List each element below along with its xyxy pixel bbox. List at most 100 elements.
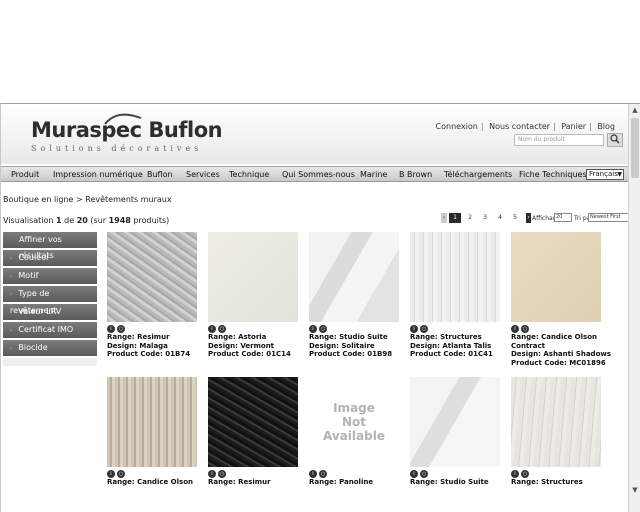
nav-impression-numerique[interactable]: Impression numérique xyxy=(53,170,143,179)
product-code: Product Code: 01B74 xyxy=(107,350,191,359)
info-icon[interactable]: i xyxy=(410,470,418,478)
nav-qui-sommes-nous[interactable]: Qui Sommes-nous xyxy=(282,170,355,179)
nav-produit[interactable]: Produit xyxy=(11,170,39,179)
product-card[interactable]: i ○ Range: Studio Suite Design: Solitaire… xyxy=(309,232,401,359)
product-image[interactable] xyxy=(107,377,197,467)
nav-b-brown[interactable]: B Brown xyxy=(399,170,432,179)
product-range: Range: Resimur xyxy=(208,478,271,486)
nav-services[interactable]: Services xyxy=(186,170,220,179)
sample-icon[interactable]: ○ xyxy=(521,325,529,333)
prev-page-button[interactable]: ‹ xyxy=(441,213,447,223)
product-card[interactable]: i ○ Range: Resimur Design: Malaga Product… xyxy=(107,232,199,359)
product-card[interactable]: i ○ Range: Structures Design: Atlanta Tal… xyxy=(410,232,502,359)
product-image[interactable] xyxy=(410,377,500,467)
chevron-right-icon: › xyxy=(10,273,13,280)
product-image[interactable] xyxy=(208,377,298,467)
product-design: Design: Malaga xyxy=(107,341,168,350)
browser-viewport: Muraspec Buflon Solutions décoratives Co… xyxy=(0,103,640,512)
product-card[interactable]: i ○ Range: Structures xyxy=(511,377,603,487)
sample-icon[interactable]: ○ xyxy=(521,470,529,478)
sort-select[interactable]: Newest First xyxy=(588,213,629,222)
filter-certificat-imo[interactable]: › Certificat IMO xyxy=(3,322,97,338)
nav-fiche-techniques[interactable]: Fiche Techniques xyxy=(519,170,587,179)
product-card[interactable]: i ○ Range: Astoria Design: Vermont Produc… xyxy=(208,232,300,359)
product-card[interactable]: i ○ Range: Candice Olson Contract Design:… xyxy=(511,232,612,367)
language-select[interactable]: Français ▼ xyxy=(586,169,624,180)
search-input[interactable]: Nom du produit xyxy=(514,134,604,146)
product-card[interactable]: Image Not Available i ○ Range: Panoline xyxy=(309,377,401,487)
vertical-scrollbar[interactable]: ▲ ▼ xyxy=(628,104,640,512)
product-card[interactable]: i ○ Range: Resimur xyxy=(208,377,300,487)
scroll-up-icon[interactable]: ▲ xyxy=(630,105,640,115)
breadcrumb[interactable]: Boutique en ligne > Revêtements muraux xyxy=(3,195,172,204)
sample-icon[interactable]: ○ xyxy=(218,325,226,333)
product-range: Range: Astoria xyxy=(208,333,267,341)
nav-buflon[interactable]: Buflon xyxy=(147,170,173,179)
scroll-down-icon[interactable]: ▼ xyxy=(630,485,640,495)
cart-link[interactable]: Panier xyxy=(561,122,586,131)
product-design: Design: Ashanti Shadows xyxy=(511,350,612,359)
filter-sidebar: Affiner vos résultats ›Couleur ›Motif ›T… xyxy=(3,232,97,366)
info-icon[interactable]: i xyxy=(309,325,317,333)
nav-telechargements[interactable]: Téléchargements xyxy=(444,170,512,179)
scroll-thumb[interactable] xyxy=(631,118,639,178)
product-image[interactable] xyxy=(511,377,601,467)
product-design: Design: Vermont xyxy=(208,341,275,350)
login-link[interactable]: Connexion xyxy=(436,122,478,131)
info-icon[interactable]: i xyxy=(208,470,216,478)
page-1[interactable]: 1 xyxy=(449,213,461,223)
product-range: Range: Studio Suite xyxy=(309,333,388,341)
info-icon[interactable]: i xyxy=(511,325,519,333)
sample-icon[interactable]: ○ xyxy=(420,470,428,478)
info-icon[interactable]: i xyxy=(107,325,115,333)
chevron-right-icon: › xyxy=(10,291,13,298)
sample-icon[interactable]: ○ xyxy=(319,470,327,478)
product-range: Range: Structures xyxy=(410,333,482,341)
info-icon[interactable]: i xyxy=(309,470,317,478)
blog-link[interactable]: Blog xyxy=(597,122,615,131)
contact-link[interactable]: Nous contacter xyxy=(489,122,550,131)
info-icon[interactable]: i xyxy=(410,325,418,333)
product-range: Range: Structures xyxy=(511,478,583,486)
filter-motif[interactable]: › Motif xyxy=(3,268,97,284)
chevron-right-icon: › xyxy=(10,345,13,352)
filter-type-revetement[interactable]: ›Type de revêtement xyxy=(3,286,97,315)
search-button[interactable] xyxy=(607,133,623,147)
filter-valeur-lrv[interactable]: › Valeur LRV xyxy=(3,304,97,320)
page-4[interactable]: 4 xyxy=(494,213,506,223)
info-icon[interactable]: i xyxy=(208,325,216,333)
language-value: Français xyxy=(589,170,618,178)
per-page-select[interactable]: 20 xyxy=(554,213,572,222)
page-3[interactable]: 3 xyxy=(479,213,491,223)
site-header: Muraspec Buflon Solutions décoratives Co… xyxy=(1,104,629,164)
product-image[interactable] xyxy=(208,232,298,322)
sample-icon[interactable]: ○ xyxy=(218,470,226,478)
sample-icon[interactable]: ○ xyxy=(319,325,327,333)
sample-icon[interactable]: ○ xyxy=(420,325,428,333)
sample-icon[interactable]: ○ xyxy=(117,325,125,333)
page-2[interactable]: 2 xyxy=(464,213,476,223)
chevron-right-icon: › xyxy=(10,309,13,316)
sample-icon[interactable]: ○ xyxy=(117,470,125,478)
nav-marine[interactable]: Marine xyxy=(360,170,387,179)
info-icon[interactable]: i xyxy=(511,470,519,478)
filter-title: Affiner vos résultats xyxy=(3,232,97,260)
product-image[interactable] xyxy=(410,232,500,322)
filter-biocide[interactable]: › Biocide xyxy=(3,340,97,356)
product-image[interactable] xyxy=(511,232,601,322)
next-page-button[interactable]: › xyxy=(526,213,531,223)
brand-buflon: Buflon xyxy=(148,118,223,142)
product-range: Range: Candice Olson xyxy=(107,478,193,486)
product-image[interactable] xyxy=(309,232,399,322)
nav-technique[interactable]: Technique xyxy=(229,170,269,179)
product-image[interactable] xyxy=(107,232,197,322)
product-card[interactable]: i ○ Range: Studio Suite xyxy=(410,377,502,487)
page-5[interactable]: 5 xyxy=(509,213,521,223)
chevron-down-icon: ▼ xyxy=(617,171,622,178)
info-icon[interactable]: i xyxy=(107,470,115,478)
image-not-available[interactable]: Image Not Available xyxy=(309,377,399,467)
product-card[interactable]: i ○ Range: Candice Olson xyxy=(107,377,199,487)
chevron-right-icon: › xyxy=(10,327,13,334)
main-nav: Produit Impression numérique Buflon Serv… xyxy=(1,166,629,182)
site-logo[interactable]: Muraspec Buflon Solutions décoratives xyxy=(31,113,223,153)
